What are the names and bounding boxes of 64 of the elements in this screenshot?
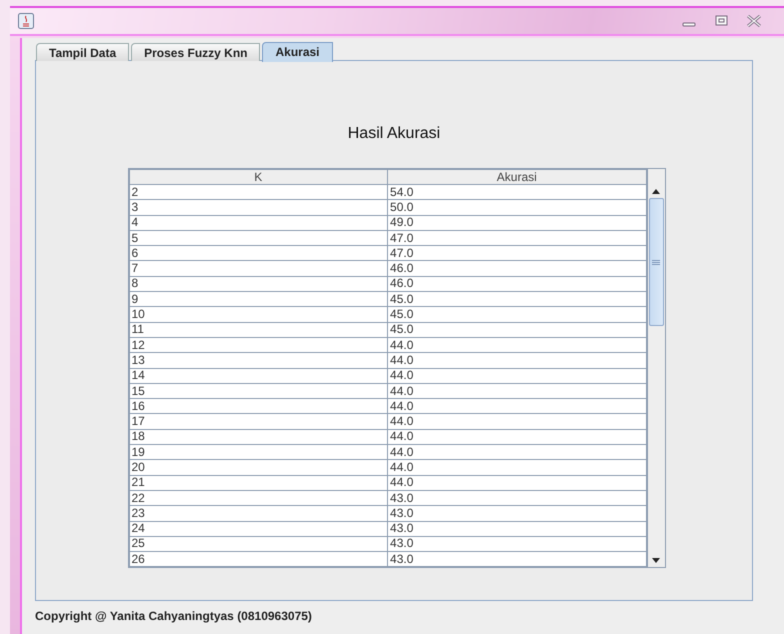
table-cell: 44.0 bbox=[388, 398, 646, 414]
table-cell: 7 bbox=[129, 260, 388, 276]
table-cell: 25 bbox=[129, 536, 388, 552]
table-cell: 47.0 bbox=[388, 246, 646, 261]
table-cell: 13 bbox=[129, 352, 388, 368]
table-cell: 45.0 bbox=[388, 322, 646, 338]
table-cell: 44.0 bbox=[388, 429, 646, 445]
table-cell: 44.0 bbox=[388, 383, 646, 399]
table-cell: 9 bbox=[129, 292, 388, 307]
table-cell: 15 bbox=[129, 383, 388, 399]
table-cell: 10 bbox=[129, 306, 388, 322]
table-cell: 22 bbox=[129, 490, 388, 506]
table-cell: 16 bbox=[129, 398, 388, 414]
table-cell: 50.0 bbox=[388, 200, 646, 216]
table-cell: 26 bbox=[129, 552, 388, 567]
table-cell: 43.0 bbox=[388, 521, 646, 536]
table-cell: 44.0 bbox=[388, 368, 646, 384]
table-cell: 12 bbox=[129, 337, 388, 353]
close-icon[interactable] bbox=[746, 15, 762, 27]
table-cell: 18 bbox=[129, 429, 388, 445]
table-cell: 46.0 bbox=[388, 260, 646, 276]
table-cell: 43.0 bbox=[388, 536, 646, 552]
table-cell: 54.0 bbox=[388, 184, 646, 200]
java-cup-icon bbox=[18, 13, 34, 29]
scrollbar-thumb[interactable] bbox=[648, 198, 664, 326]
table-cell: 44.0 bbox=[388, 475, 646, 490]
table-cell: 6 bbox=[129, 246, 388, 261]
tab[interactable]: Proses Fuzzy Knn bbox=[131, 43, 260, 61]
table-cell: 3 bbox=[129, 200, 388, 216]
table-cell: 8 bbox=[129, 276, 388, 292]
table-cell: 44.0 bbox=[388, 414, 646, 430]
table-cell: 46.0 bbox=[388, 276, 646, 292]
column-header[interactable]: Akurasi bbox=[388, 170, 646, 184]
table-cell: 24 bbox=[129, 521, 388, 536]
table-cell: 19 bbox=[129, 444, 388, 460]
down-arrow-icon[interactable] bbox=[652, 558, 660, 563]
table-cell: 20 bbox=[129, 460, 388, 476]
table-cell: 43.0 bbox=[388, 506, 646, 522]
tab[interactable]: Akurasi bbox=[262, 42, 333, 62]
table-cell: 49.0 bbox=[388, 215, 646, 230]
tab[interactable]: Tampil Data bbox=[36, 43, 130, 61]
maximize-icon[interactable] bbox=[714, 15, 730, 27]
table-cell: 44.0 bbox=[388, 352, 646, 368]
table-cell: 21 bbox=[129, 475, 388, 490]
table-cell: 14 bbox=[129, 368, 388, 384]
table-cell: 45.0 bbox=[388, 292, 646, 307]
copyright-text: Copyright @ Yanita Cahyaningtyas (0810963075) bbox=[35, 609, 313, 623]
column-header[interactable]: K bbox=[129, 170, 388, 184]
table-cell: 17 bbox=[129, 414, 388, 430]
table-cell: 45.0 bbox=[388, 306, 646, 322]
table-cell: 43.0 bbox=[388, 490, 646, 506]
up-arrow-icon[interactable] bbox=[652, 188, 660, 194]
table-cell: 47.0 bbox=[388, 230, 646, 246]
table-cell: 44.0 bbox=[388, 337, 646, 353]
table-cell: 44.0 bbox=[388, 444, 646, 460]
table-cell: 44.0 bbox=[388, 460, 646, 476]
table-cell: 2 bbox=[129, 184, 388, 200]
scrollbar[interactable] bbox=[646, 169, 664, 568]
table-cell: 5 bbox=[129, 230, 388, 246]
table-cell: 4 bbox=[129, 215, 388, 230]
table-cell: 11 bbox=[129, 322, 388, 338]
table-cell: 23 bbox=[129, 506, 388, 522]
heading: Hasil Akurasi bbox=[348, 124, 440, 144]
table-cell: 43.0 bbox=[388, 552, 646, 567]
